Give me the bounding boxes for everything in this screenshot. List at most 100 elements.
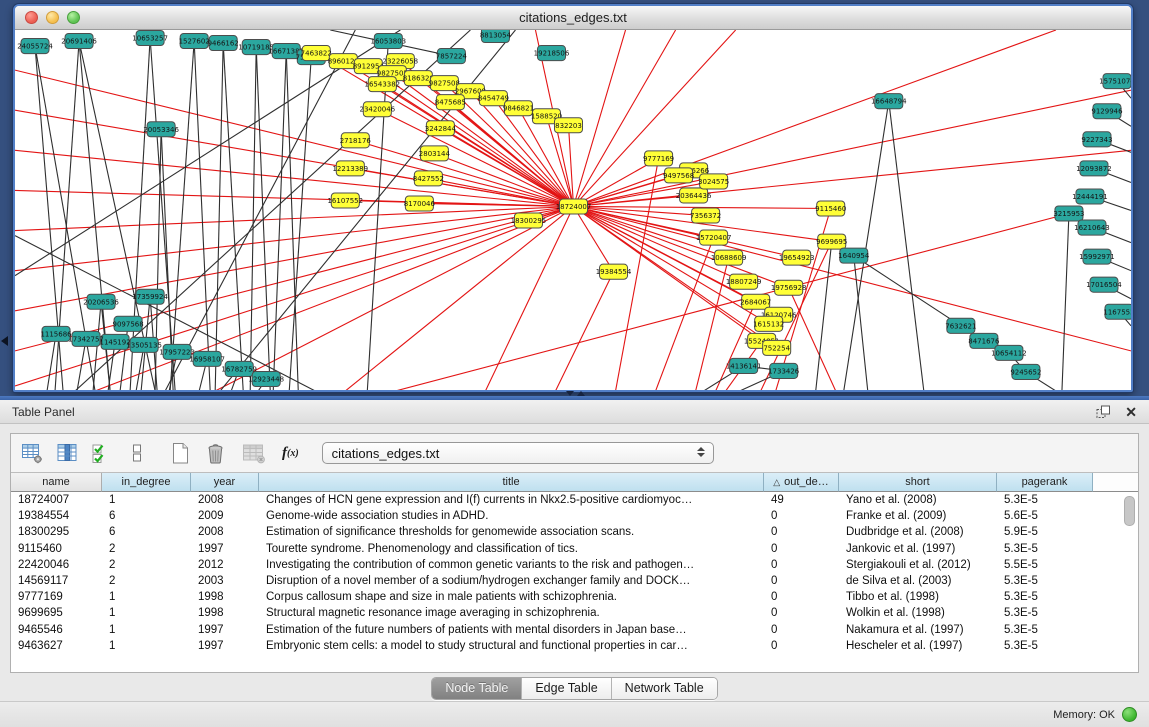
column-header-name[interactable]: name <box>11 473 102 492</box>
graph-node[interactable]: 1733426 <box>768 363 800 378</box>
graph-node[interactable]: 1115686 <box>40 326 72 341</box>
graph-node[interactable]: 15720407 <box>696 230 732 245</box>
new-column-icon[interactable] <box>167 440 193 466</box>
graph-node[interactable]: 1640954 <box>838 248 870 263</box>
graph-node[interactable]: 17359924 <box>132 289 168 304</box>
tab-node-table[interactable]: Node Table <box>432 678 521 699</box>
graph-node[interactable]: 9245652 <box>1010 364 1041 379</box>
splitter-collapse-up-icon[interactable] <box>577 391 585 396</box>
table-mode-icon[interactable] <box>19 440 45 466</box>
left-splitter-arrow-icon[interactable] <box>1 336 8 346</box>
graph-node[interactable]: 16053803 <box>371 34 407 49</box>
network-window-titlebar[interactable]: citations_edges.txt <box>15 6 1131 30</box>
graph-node[interactable]: 9699695 <box>816 234 847 249</box>
column-header-out_de[interactable]: △out_de… <box>764 473 839 492</box>
select-all-icon[interactable] <box>89 440 115 466</box>
graph-node[interactable]: 20691406 <box>61 34 97 49</box>
float-panel-icon[interactable] <box>1096 405 1111 419</box>
graph-node[interactable]: 9115460 <box>815 201 846 216</box>
delete-column-icon[interactable] <box>202 440 228 466</box>
function-builder-icon[interactable]: f(x) <box>282 440 299 466</box>
graph-node[interactable]: 15751074 <box>1099 74 1131 89</box>
table-selector-dropdown[interactable]: citations_edges.txt <box>322 442 714 464</box>
table-row[interactable]: 1830029562008Estimation of significance … <box>11 524 1138 540</box>
close-panel-icon[interactable]: ✕ <box>1125 405 1137 419</box>
splitter-collapse-down-icon[interactable] <box>566 391 574 396</box>
graph-node[interactable]: 19218506 <box>534 46 570 61</box>
graph-node[interactable]: 10654112 <box>991 345 1027 360</box>
graph-node[interactable]: 19384554 <box>596 264 632 279</box>
graph-node[interactable]: 17342757 <box>68 331 104 346</box>
graph-node[interactable]: 2803144 <box>419 146 451 161</box>
graph-node[interactable]: 12444191 <box>1072 189 1108 204</box>
tab-edge-table[interactable]: Edge Table <box>521 678 610 699</box>
graph-node[interactable]: 8475685 <box>435 95 466 110</box>
memory-status-icon[interactable] <box>1122 707 1137 722</box>
graph-node[interactable]: 8427552 <box>413 171 444 186</box>
graph-node[interactable]: 19756928 <box>771 280 807 295</box>
window-zoom-button[interactable] <box>67 11 80 24</box>
graph-node[interactable]: 10688609 <box>711 250 747 265</box>
graph-node[interactable]: 752254 <box>763 340 791 355</box>
graph-node[interactable]: 24055724 <box>17 39 53 54</box>
graph-node[interactable]: 14136141 <box>726 358 762 373</box>
graph-node[interactable]: 16210643 <box>1074 220 1110 235</box>
show-column-icon[interactable] <box>54 440 80 466</box>
graph-node[interactable]: 16958107 <box>189 351 225 366</box>
graph-node[interactable]: 9777169 <box>643 151 674 166</box>
graph-node[interactable]: 19654923 <box>779 250 815 265</box>
graph-node[interactable]: 1167553 <box>1103 304 1131 319</box>
graph-node[interactable]: 18807249 <box>726 274 762 289</box>
network-canvas[interactable]: 1872400724055724206914061065325715276029… <box>15 30 1131 391</box>
table-row[interactable]: 2242004622012Investigating the contribut… <box>11 557 1138 573</box>
graph-node[interactable]: 9129946 <box>1091 104 1123 119</box>
column-header-in_degree[interactable]: in_degree <box>102 473 191 492</box>
graph-node[interactable]: 7857224 <box>436 49 468 64</box>
graph-node[interactable]: 17016504 <box>1086 277 1122 292</box>
graph-node[interactable]: 8813054 <box>480 30 512 43</box>
table-row[interactable]: 911546021997Tourette syndrome. Phenomeno… <box>11 541 1138 557</box>
graph-node[interactable]: 16648794 <box>871 94 907 109</box>
graph-node[interactable]: 8170046 <box>404 196 436 211</box>
table-row[interactable]: 1456911722003Disruption of a novel membe… <box>11 573 1138 589</box>
graph-node[interactable]: 832203 <box>554 118 582 133</box>
graph-node[interactable]: 18300295 <box>511 213 547 228</box>
table-scrollbar-thumb[interactable] <box>1124 496 1135 526</box>
graph-node[interactable]: 3215953 <box>1053 206 1084 221</box>
table-row[interactable]: 1872400712008Changes of HCN gene express… <box>11 492 1138 508</box>
graph-node[interactable]: 23420046 <box>360 102 396 117</box>
graph-node[interactable]: 2718176 <box>340 133 372 148</box>
graph-node[interactable]: 12093872 <box>1076 161 1112 176</box>
table-row[interactable]: 946362711997Embryonic stem cells: a mode… <box>11 638 1138 654</box>
graph-node[interactable]: 20206536 <box>83 294 119 309</box>
graph-node[interactable]: 3024575 <box>698 174 729 189</box>
graph-node[interactable]: 13505135 <box>126 337 162 352</box>
graph-node[interactable]: 7632621 <box>945 318 976 333</box>
graph-node[interactable]: 15992971 <box>1079 249 1115 264</box>
graph-node[interactable]: 20053346 <box>143 122 179 137</box>
table-row[interactable]: 977716911998Corpus callosum shape and si… <box>11 589 1138 605</box>
column-header-pagerank[interactable]: pagerank <box>997 473 1093 492</box>
unselect-all-icon[interactable] <box>124 440 150 466</box>
graph-node[interactable]: 16543382 <box>365 77 401 92</box>
network-view-window[interactable]: citations_edges.txt 18724007 24055724 2069… <box>13 4 1133 392</box>
table-row[interactable]: 946554611997Estimation of the future num… <box>11 622 1138 638</box>
graph-node[interactable]: 16107552 <box>327 193 363 208</box>
graph-node[interactable]: 9497568 <box>663 168 694 183</box>
window-close-button[interactable] <box>25 11 38 24</box>
graph-node[interactable]: 1615132 <box>753 316 784 331</box>
graph-node[interactable]: 9227343 <box>1081 132 1112 147</box>
column-header-year[interactable]: year <box>191 473 259 492</box>
graph-node[interactable]: 20364436 <box>676 188 712 203</box>
table-row[interactable]: 969969511998Structural magnetic resonanc… <box>11 605 1138 621</box>
table-row[interactable]: 1938455462009Genome-wide association stu… <box>11 508 1138 524</box>
graph-node[interactable]: 9846821 <box>503 101 534 116</box>
graph-node[interactable]: 9466162 <box>208 36 239 51</box>
graph-node[interactable]: 7356372 <box>690 208 721 223</box>
window-minimize-button[interactable] <box>46 11 59 24</box>
graph-node[interactable]: 10653257 <box>132 31 168 46</box>
graph-node[interactable]: 18724007 <box>556 199 592 214</box>
graph-node[interactable]: 12923448 <box>248 371 284 386</box>
graph-node[interactable]: 1527602 <box>179 34 210 49</box>
column-header-short[interactable]: short <box>839 473 997 492</box>
